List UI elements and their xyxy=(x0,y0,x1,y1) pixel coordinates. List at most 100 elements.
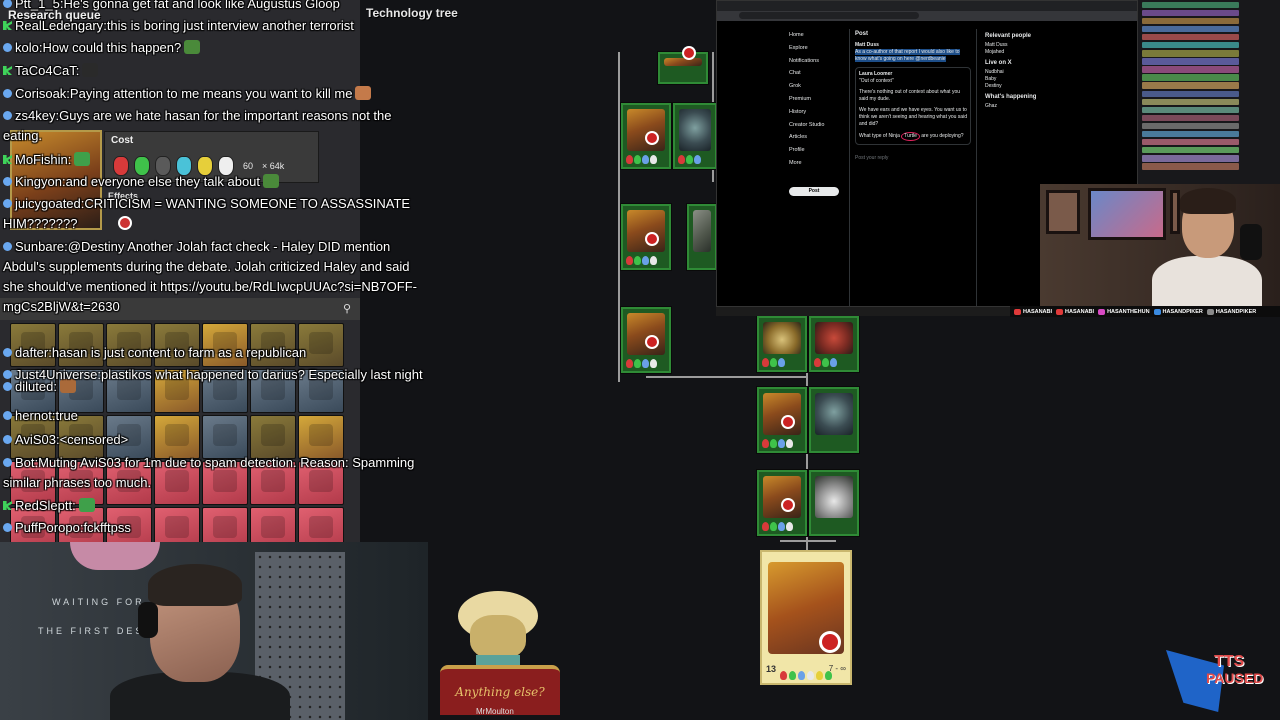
chat-username[interactable]: Kingyon xyxy=(15,174,62,189)
chat-username[interactable]: Sunbare xyxy=(15,239,64,254)
microphone-icon xyxy=(1240,224,1262,260)
side-name[interactable]: Nudbhai xyxy=(985,69,1135,76)
browser-address-bar[interactable] xyxy=(717,11,1137,21)
chat-username[interactable]: AviS03 xyxy=(15,432,56,447)
x-nav-item[interactable]: Articles xyxy=(789,131,849,144)
chat-username[interactable]: Just4Universe xyxy=(15,367,97,382)
turret-icon xyxy=(627,109,665,151)
tech-node[interactable] xyxy=(809,470,859,536)
tech-node[interactable] xyxy=(757,316,807,372)
post-author[interactable]: Matt Duss xyxy=(855,42,971,49)
social-handle-text: HASANDPIKER xyxy=(1215,308,1257,315)
chat-username[interactable]: dafter xyxy=(15,345,48,360)
x-nav-item[interactable]: Creator Studio xyxy=(789,119,849,132)
reply-input[interactable]: Post your reply xyxy=(855,155,971,162)
post-header: Post xyxy=(855,31,869,37)
chat-username[interactable]: Corisoak xyxy=(15,86,66,101)
crate-icon xyxy=(693,210,711,252)
chat-line-placeholder xyxy=(1142,163,1239,170)
tech-node[interactable] xyxy=(621,307,671,373)
social-handle-text: HASANTHEHUN xyxy=(1107,308,1150,315)
chat-username[interactable]: PuffPoropo xyxy=(15,520,80,535)
x-nav-item[interactable]: Grok xyxy=(789,80,849,93)
tech-node[interactable] xyxy=(658,48,708,84)
social-handle-text: HASANABI xyxy=(1065,308,1095,315)
chat-username[interactable]: Bot xyxy=(15,455,35,470)
chat-line-placeholder xyxy=(1142,98,1239,106)
cone-icon xyxy=(815,476,853,518)
chat-username[interactable]: RealLedengary xyxy=(15,18,103,33)
x-post-button[interactable]: Post xyxy=(789,187,839,196)
chat-username[interactable]: Ptt_1_5 xyxy=(15,0,60,11)
x-nav-item[interactable]: Home xyxy=(789,29,849,42)
chat-username[interactable]: MoFishin xyxy=(15,152,68,167)
tech-node[interactable] xyxy=(809,316,859,372)
side-name[interactable]: Mojahed xyxy=(985,49,1135,56)
chat-text: Guys are we hate hasan for the important… xyxy=(3,108,392,143)
selected-tech-card[interactable]: 13 7 - ∞ xyxy=(760,550,852,685)
chat-username[interactable]: kolo xyxy=(15,40,39,55)
turret-icon xyxy=(627,313,665,355)
x-nav-item[interactable]: Premium xyxy=(789,93,849,106)
wall-sign-line1: WAITING FOR xyxy=(52,597,145,607)
tech-node[interactable] xyxy=(673,103,717,169)
chat-line-placeholder xyxy=(1142,122,1239,130)
chat-line-placeholder xyxy=(1142,17,1239,25)
chat-text: He's gonna get fat and look like Augustu… xyxy=(63,0,340,11)
tech-level: 13 xyxy=(766,664,777,674)
chat-text: this is boring just interview another te… xyxy=(106,18,354,33)
wall-sign-line2: THE FIRST DESI xyxy=(38,626,150,636)
tech-node[interactable] xyxy=(757,470,807,536)
reply-text-3: What type of Ninja Turtle are you deploy… xyxy=(859,132,964,141)
tree-connector xyxy=(646,376,808,378)
vip-badge-icon xyxy=(3,66,12,75)
chat-line-placeholder xyxy=(1142,130,1239,138)
tech-node[interactable] xyxy=(809,387,859,453)
social-handle-text: HASANABI xyxy=(1023,308,1053,315)
chat-username[interactable]: TaCo4CaT xyxy=(15,63,76,78)
side-name[interactable]: Matt Duss xyxy=(985,42,1135,49)
x-nav-item[interactable]: Explore xyxy=(789,42,849,55)
streamer-hair xyxy=(1180,188,1236,214)
side-name[interactable]: Baby xyxy=(985,76,1135,83)
turret-icon xyxy=(763,393,801,435)
tech-node[interactable] xyxy=(757,387,807,453)
chat-line-placeholder xyxy=(1142,9,1239,17)
x-nav-item[interactable]: Notifications xyxy=(789,55,849,68)
chat-separator: : xyxy=(75,63,80,78)
x-nav-item[interactable]: More xyxy=(789,157,849,170)
browser-tab-strip[interactable] xyxy=(717,1,1137,11)
chat-line-placeholder xyxy=(1142,90,1239,97)
tank-icon xyxy=(679,109,711,151)
chat-badge-icon xyxy=(3,199,12,208)
chat-username[interactable]: juicygoated xyxy=(15,196,81,211)
chat-line-placeholder xyxy=(1142,82,1239,89)
chat-text: plastikos what happened to darius? Espec… xyxy=(101,367,423,382)
platform-icon xyxy=(1153,308,1161,315)
chat-username[interactable]: zs4key xyxy=(15,108,55,123)
x-nav-item[interactable]: Profile xyxy=(789,144,849,157)
platform-icon xyxy=(1098,308,1106,315)
tech-node[interactable] xyxy=(687,204,717,270)
chat-badge-icon xyxy=(3,348,12,357)
quoted-post[interactable]: Laura Loomer "Out of context" There's no… xyxy=(855,67,971,145)
tts-label: TTS xyxy=(1214,653,1245,670)
chat-text: Muting AviS03 for 1m due to spam detecti… xyxy=(3,455,415,490)
x-nav-item[interactable]: Chat xyxy=(789,67,849,80)
chat-line-placeholder xyxy=(1142,34,1239,41)
emote-icon xyxy=(184,40,201,54)
x-nav-item[interactable]: History xyxy=(789,106,849,119)
side-name[interactable]: Ghaz xyxy=(985,103,1135,110)
turret-icon xyxy=(627,210,665,252)
side-name[interactable]: Destiny xyxy=(985,83,1135,90)
chat-message: Corisoak:Paying attention to me means yo… xyxy=(3,84,372,104)
chat-message: Ptt_1_5:He's gonna get fat and look like… xyxy=(3,0,340,14)
chat-text: <censored> xyxy=(59,432,129,447)
chat-username[interactable]: RedSleptt xyxy=(15,498,72,513)
chat-message: MoFishin: xyxy=(3,150,91,170)
tech-node[interactable] xyxy=(621,103,671,169)
tech-node[interactable] xyxy=(621,204,671,270)
platform-icon xyxy=(1014,308,1021,315)
whats-happening-heading: What's happening xyxy=(985,94,1037,100)
chat-username[interactable]: hernot xyxy=(15,408,52,423)
